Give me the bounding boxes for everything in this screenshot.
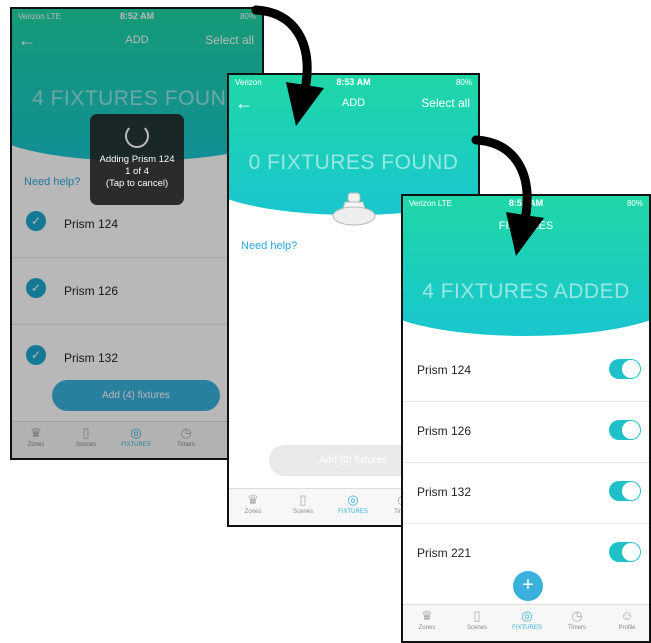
fixture-row[interactable]: Prism 126 (403, 402, 649, 463)
fixture-name: Prism 221 (417, 546, 472, 560)
tab-zones[interactable]: ♛ Zones (233, 492, 273, 516)
fixtures-found-title: 0 FIXTURES FOUND (248, 151, 459, 174)
battery-label: 80% (455, 78, 472, 87)
need-help-link[interactable]: Need help? (241, 240, 297, 252)
tab-fixtures[interactable]: ◎ FIXTURES (507, 608, 547, 632)
toggle-knob (622, 421, 640, 439)
toggle-knob (622, 360, 640, 378)
tab-label: Timers (567, 625, 587, 631)
tab-label: Scenes (466, 625, 487, 631)
tab-zones[interactable]: ♛ Zones (407, 608, 447, 632)
screen-adding-fixtures: Verizon LTE 8:52 AM 80% ← ADD Select all… (10, 7, 264, 460)
fixture-name: Prism 132 (417, 485, 472, 499)
crown-icon: ♛ (247, 492, 259, 507)
fixture-name: Prism 124 (417, 363, 472, 377)
tab-label: FIXTURES (338, 509, 368, 515)
flow-arrow-icon (471, 135, 544, 256)
toggle-knob (622, 543, 640, 561)
scenes-icon: ▯ (299, 492, 307, 507)
fixtures-icon: ◎ (521, 608, 533, 623)
tab-label: Profile (618, 625, 636, 631)
loading-spinner-icon (125, 124, 149, 148)
tab-bar: ♛ Zones ▯ Scenes ◎ FIXTURES ◷ Timers ☺ Profil… (403, 604, 649, 641)
tab-label: FIXTURES (512, 625, 542, 631)
scenes-icon: ▯ (473, 608, 481, 623)
fixture-name: Prism 126 (417, 424, 472, 438)
profile-icon: ☺ (620, 608, 634, 623)
fixtures-icon: ◎ (347, 492, 359, 507)
tab-scenes[interactable]: ▯ Scenes (457, 608, 497, 632)
toast-line-1: Adding Prism 124 (99, 154, 175, 165)
fixture-device-icon (332, 192, 376, 226)
add-fixture-fab-button[interactable]: + (513, 571, 543, 601)
timer-icon: ◷ (571, 608, 583, 623)
tab-scenes[interactable]: ▯ Scenes (283, 492, 323, 516)
fixtures-added-title: 4 FIXTURES ADDED (422, 280, 630, 303)
toggle-knob (622, 482, 640, 500)
crown-icon: ♛ (421, 608, 433, 623)
tab-label: Zones (244, 509, 262, 515)
toggle-switch[interactable] (609, 481, 641, 501)
flow-arrow-icon (251, 5, 324, 126)
toast-line-2: 1 of 4 (125, 166, 149, 177)
toggle-switch[interactable] (609, 420, 641, 440)
select-all-button[interactable]: Select all (421, 96, 470, 110)
fixture-row[interactable]: Prism 124 (403, 341, 649, 402)
tab-timers[interactable]: ◷ Timers (557, 608, 597, 632)
fixture-row[interactable]: Prism 132 (403, 463, 649, 524)
tab-profile[interactable]: ☺ Profile (607, 608, 647, 632)
adding-progress-toast[interactable]: Adding Prism 124 1 of 4 (Tap to cancel) (90, 114, 184, 205)
tab-fixtures[interactable]: ◎ FIXTURES (333, 492, 373, 516)
toggle-switch[interactable] (609, 542, 641, 562)
toast-line-3: (Tap to cancel) (105, 178, 169, 189)
toggle-switch[interactable] (609, 359, 641, 379)
tab-label: Zones (418, 625, 436, 631)
battery-label: 80% (626, 199, 643, 208)
tab-label: Scenes (292, 509, 313, 515)
dim-overlay[interactable] (12, 9, 262, 458)
